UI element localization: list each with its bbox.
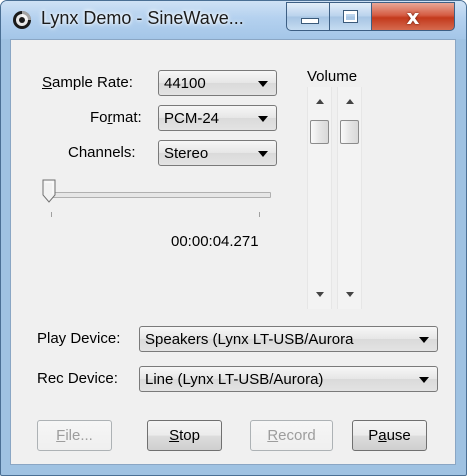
sample-rate-select[interactable]: 44100 — [158, 70, 277, 96]
chevron-down-icon — [419, 337, 429, 343]
channels-label: Channels: — [68, 144, 136, 161]
file-button[interactable]: File... — [37, 420, 112, 451]
play-device-value: Speakers (Lynx LT-USB/Aurora — [145, 331, 354, 348]
chevron-down-icon — [419, 377, 429, 383]
rec-device-label: Rec Device: — [37, 370, 118, 387]
volume-label: Volume — [307, 68, 358, 85]
position-slider-thumb[interactable] — [42, 179, 56, 203]
maximize-icon — [343, 10, 358, 23]
format-label: Format: — [90, 109, 142, 126]
minimize-button[interactable] — [286, 2, 330, 31]
app-icon[interactable] — [11, 9, 33, 31]
channels-value: Stereo — [164, 145, 209, 162]
rec-device-select[interactable]: Line (Lynx LT-USB/Aurora) — [139, 366, 438, 392]
format-value: PCM-24 — [164, 110, 220, 127]
record-button[interactable]: Record — [250, 420, 333, 451]
stop-button[interactable]: Stop — [147, 420, 222, 451]
elapsed-time: 00:00:04.271 — [171, 233, 259, 250]
channels-select[interactable]: Stereo — [158, 140, 277, 166]
sample-rate-value: 44100 — [164, 75, 206, 92]
chevron-down-icon — [258, 151, 268, 157]
app-window: Lynx Demo - SineWave... x Sample Rate: 4… — [0, 0, 467, 476]
arrow-down-icon[interactable] — [346, 292, 354, 297]
position-slider-track[interactable] — [45, 192, 271, 198]
rec-device-value: Line (Lynx LT-USB/Aurora) — [145, 371, 324, 388]
chevron-down-icon — [258, 81, 268, 87]
title-bar[interactable]: Lynx Demo - SineWave... x — [1, 1, 466, 39]
arrow-up-icon[interactable] — [316, 99, 324, 104]
play-device-select[interactable]: Speakers (Lynx LT-USB/Aurora — [139, 326, 438, 352]
slider-tick — [51, 212, 52, 217]
arrow-down-icon[interactable] — [316, 292, 324, 297]
maximize-button[interactable] — [330, 2, 372, 31]
window-title: Lynx Demo - SineWave... — [41, 8, 244, 28]
play-device-label: Play Device: — [37, 330, 121, 347]
slider-tick — [259, 212, 260, 217]
volume-left-scrollbar[interactable] — [307, 87, 332, 309]
client-area: Sample Rate: 44100 Format: PCM-24 Channe… — [10, 39, 456, 465]
volume-right-thumb[interactable] — [340, 120, 359, 144]
close-button[interactable]: x — [372, 2, 455, 31]
volume-right-scrollbar[interactable] — [337, 87, 362, 309]
arrow-up-icon[interactable] — [346, 99, 354, 104]
sample-rate-label: Sample Rate: — [42, 74, 133, 91]
format-select[interactable]: PCM-24 — [158, 105, 277, 131]
close-icon: x — [406, 4, 420, 29]
minimize-icon — [301, 18, 319, 24]
chevron-down-icon — [258, 116, 268, 122]
pause-button[interactable]: Pause — [352, 420, 427, 451]
volume-left-thumb[interactable] — [310, 120, 329, 144]
